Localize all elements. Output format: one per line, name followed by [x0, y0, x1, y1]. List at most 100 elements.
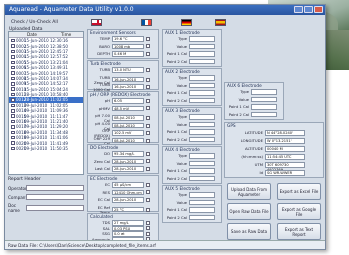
ph-field-checkbox[interactable] [146, 138, 150, 143]
aux6-field-value[interactable] [251, 89, 277, 95]
turb-field-checkbox[interactable] [146, 85, 150, 89]
aux3-field-value[interactable] [189, 136, 215, 142]
aux5-field-value[interactable] [189, 199, 215, 205]
ph-field-checkbox[interactable] [146, 123, 150, 128]
env-field-value[interactable]: 0.46 M [112, 51, 144, 57]
export-excel-button[interactable]: Export as Excel File [277, 183, 321, 200]
row-checkbox[interactable] [11, 135, 15, 140]
calc-field-checkbox[interactable] [146, 226, 150, 231]
gps-field-value[interactable]: N 44°28.0240' [265, 130, 305, 136]
company-field[interactable] [26, 194, 84, 200]
flag-french-icon[interactable] [141, 19, 152, 26]
save-raw-button[interactable]: Save as Raw Data [227, 223, 271, 240]
aux6-field-value[interactable] [251, 96, 277, 102]
env-field-checkbox[interactable] [146, 36, 150, 41]
gps-field-value[interactable]: 30T 609730 4922769 [265, 162, 305, 172]
upload-data-button[interactable]: Upload Data From Aquameter [227, 183, 271, 200]
flag-english-icon[interactable] [91, 19, 102, 26]
ph-field-checkbox[interactable] [146, 116, 150, 120]
aux5-field-value[interactable] [189, 207, 215, 213]
aux4-field-value[interactable] [189, 153, 215, 159]
env-field-checkbox[interactable] [146, 44, 150, 49]
do-field-checkbox[interactable] [146, 159, 150, 164]
ec-field-checkbox[interactable] [146, 207, 150, 212]
row-checkbox[interactable] [11, 60, 15, 64]
maximize-button[interactable] [304, 6, 313, 13]
ec-field-checkbox[interactable] [146, 197, 150, 202]
aux1-field-value[interactable] [189, 43, 215, 49]
aux2-field-value[interactable] [189, 97, 215, 103]
ph-field-value[interactable]: 6.05 [112, 98, 144, 104]
aux1-field-value[interactable] [189, 58, 215, 64]
ph-field-value[interactable]: 08-Jul-2010 [112, 137, 144, 144]
row-checkbox[interactable] [11, 44, 15, 48]
row-checkbox[interactable] [11, 125, 15, 129]
export-text-button[interactable]: Export as Text Report [277, 223, 321, 240]
row-checkbox[interactable] [11, 119, 15, 124]
check-all[interactable]: Check / Un-Check All [11, 20, 58, 25]
doc-name-field[interactable] [26, 205, 84, 211]
row-checkbox[interactable] [11, 76, 15, 81]
row-checkbox[interactable] [11, 87, 15, 91]
close-button[interactable] [314, 6, 323, 13]
row-checkbox[interactable] [11, 98, 15, 102]
row-checkbox[interactable] [11, 141, 15, 145]
flag-german-icon[interactable] [181, 19, 192, 26]
do-field-checkbox[interactable] [146, 166, 150, 171]
turb-field-value[interactable]: 13.0 NTU [112, 67, 144, 73]
turb-field-value[interactable]: 16-Jun-2010 [112, 84, 144, 90]
ec-field-value[interactable]: 25 °C [112, 206, 144, 213]
list-item[interactable]: 0021 09-Jul-2010 11:50:35 [9, 146, 83, 151]
aux2-field-value[interactable] [189, 82, 215, 88]
ec-field-value[interactable]: 28-Jun-2010 [112, 197, 144, 203]
ph-field-checkbox[interactable] [146, 98, 150, 103]
row-checkbox[interactable] [11, 38, 15, 43]
aux4-field-value[interactable] [189, 160, 215, 166]
row-checkbox[interactable] [11, 130, 15, 135]
uploaded-data-list[interactable]: Date Time 0001 15-Jun-2010 12:30:16 0002 15-… [8, 31, 84, 175]
aux1-field-value[interactable] [189, 51, 215, 57]
env-field-value[interactable]: 1008 mb [112, 43, 144, 49]
open-raw-button[interactable]: Open Raw Data File [227, 203, 271, 220]
ec-field-checkbox[interactable] [146, 182, 150, 187]
row-checkbox[interactable] [11, 65, 15, 70]
row-checkbox[interactable] [11, 103, 15, 108]
aux2-field-value[interactable] [189, 75, 215, 81]
flag-spanish-icon[interactable] [215, 19, 226, 26]
ph-field-checkbox[interactable] [146, 106, 150, 111]
ec-field-value[interactable]: 12410 Ohm.cm [112, 189, 144, 195]
aux6-field-value[interactable] [251, 104, 277, 110]
minimize-button[interactable] [294, 6, 303, 13]
row-checkbox[interactable] [11, 146, 15, 151]
env-field-checkbox[interactable] [146, 51, 150, 56]
row-checkbox[interactable] [11, 92, 15, 97]
do-field-value[interactable]: 28-Jun-2010 [112, 158, 144, 164]
do-field-value[interactable]: 95.34 mg/L [112, 151, 144, 157]
row-checkbox[interactable] [11, 109, 15, 113]
gps-field-value[interactable]: W 0°13.2151' [265, 138, 305, 144]
calc-field-checkbox[interactable] [146, 231, 150, 236]
gps-field-value[interactable]: SG WR-WWER [265, 170, 305, 176]
turb-field-checkbox[interactable] [146, 77, 150, 82]
aux5-field-value[interactable] [189, 192, 215, 198]
ec-field-checkbox[interactable] [146, 190, 150, 195]
aux6-field-value[interactable] [251, 111, 277, 117]
aux3-field-value[interactable] [189, 121, 215, 127]
export-google-button[interactable]: Export as Google File [277, 203, 321, 220]
aux3-field-value[interactable] [189, 114, 215, 120]
calc-field-checkbox[interactable] [146, 220, 150, 225]
row-checkbox[interactable] [11, 114, 15, 118]
gps-field-value[interactable]: 00040 M [265, 146, 305, 152]
turb-field-checkbox[interactable] [146, 67, 150, 72]
row-checkbox[interactable] [11, 71, 15, 75]
ec-field-value[interactable]: 45 μS/cm [112, 182, 144, 188]
do-field-checkbox[interactable] [146, 151, 150, 156]
aux4-field-value[interactable] [189, 175, 215, 181]
row-checkbox[interactable] [11, 49, 15, 54]
ph-field-checkbox[interactable] [146, 131, 150, 135]
row-checkbox[interactable] [11, 55, 15, 59]
aux5-field-value[interactable] [189, 214, 215, 220]
do-field-value[interactable]: 28-Jun-2010 [112, 166, 144, 172]
env-field-value[interactable]: 19.6 °C [112, 36, 144, 42]
ph-field-value[interactable]: 48.5 mV [112, 105, 144, 111]
